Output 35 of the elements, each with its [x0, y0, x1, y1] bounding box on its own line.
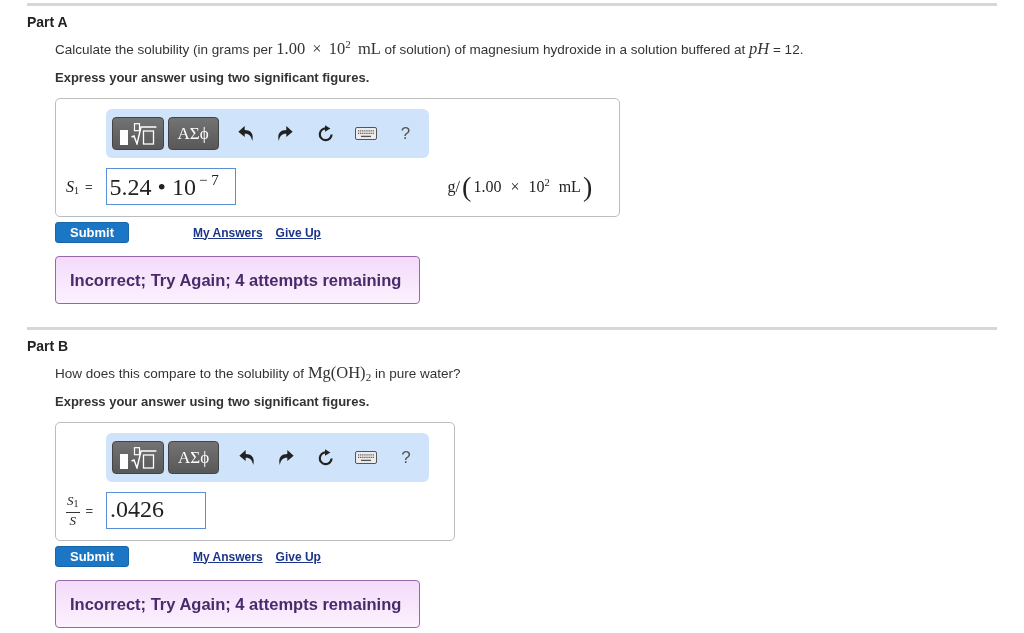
symbols-button[interactable]: ΑΣϕ — [168, 441, 220, 474]
submit-button[interactable]: Submit — [55, 546, 129, 567]
answer-field[interactable]: 5.24 • 10$^{− 7}$ — [105, 168, 236, 205]
submit-button[interactable]: Submit — [55, 222, 129, 243]
answer-field[interactable]: .0426 — [106, 492, 207, 529]
text-link[interactable]: My Answers — [193, 549, 263, 564]
text-link[interactable]: Give Up — [275, 225, 321, 240]
variable-label: S$_{1}$ — [66, 177, 79, 196]
part-title: Part A — [27, 13, 68, 31]
redo-icon[interactable] — [278, 126, 294, 141]
text-link[interactable]: Give Up — [275, 549, 321, 564]
reset-icon[interactable] — [316, 124, 335, 143]
keyboard-icon[interactable] — [355, 451, 378, 464]
root-template-icon — [118, 122, 157, 145]
keyboard-icon[interactable] — [354, 127, 377, 140]
template-button[interactable] — [111, 117, 164, 150]
instruction-text: Express your answer using two significant figures. — [55, 69, 370, 87]
root-template-icon — [119, 446, 158, 469]
part-title: Part B — [27, 337, 69, 355]
help-button[interactable]: ? — [385, 123, 426, 144]
equals-sign: = — [85, 179, 93, 194]
undo-icon[interactable] — [238, 126, 254, 141]
text-link[interactable]: My Answers — [193, 225, 263, 240]
equals-sign: = — [85, 503, 94, 518]
symbols-button[interactable]: ΑΣϕ — [167, 117, 219, 150]
question-text: How does this compare to the solubility of Mg(OH)$_{2}$ in pure water? — [55, 364, 461, 384]
template-button[interactable] — [112, 441, 165, 474]
feedback-message: Incorrect; Try Again; 4 attempts remaining — [55, 256, 420, 304]
redo-icon[interactable] — [278, 450, 294, 465]
fraction-label: S$_{1}$ S — [66, 493, 80, 528]
question-text: Calculate the solubility (in grams per 1.00 × 10$^{2}$ mL of solution) of magnesium hydroxide in a solution buffered at pH = 12. — [55, 40, 804, 60]
instruction-text: Express your answer using two significant figures. — [55, 393, 370, 411]
feedback-message: Incorrect; Try Again; 4 attempts remaining — [55, 580, 420, 628]
undo-icon[interactable] — [238, 450, 254, 465]
help-button[interactable]: ? — [386, 447, 427, 468]
